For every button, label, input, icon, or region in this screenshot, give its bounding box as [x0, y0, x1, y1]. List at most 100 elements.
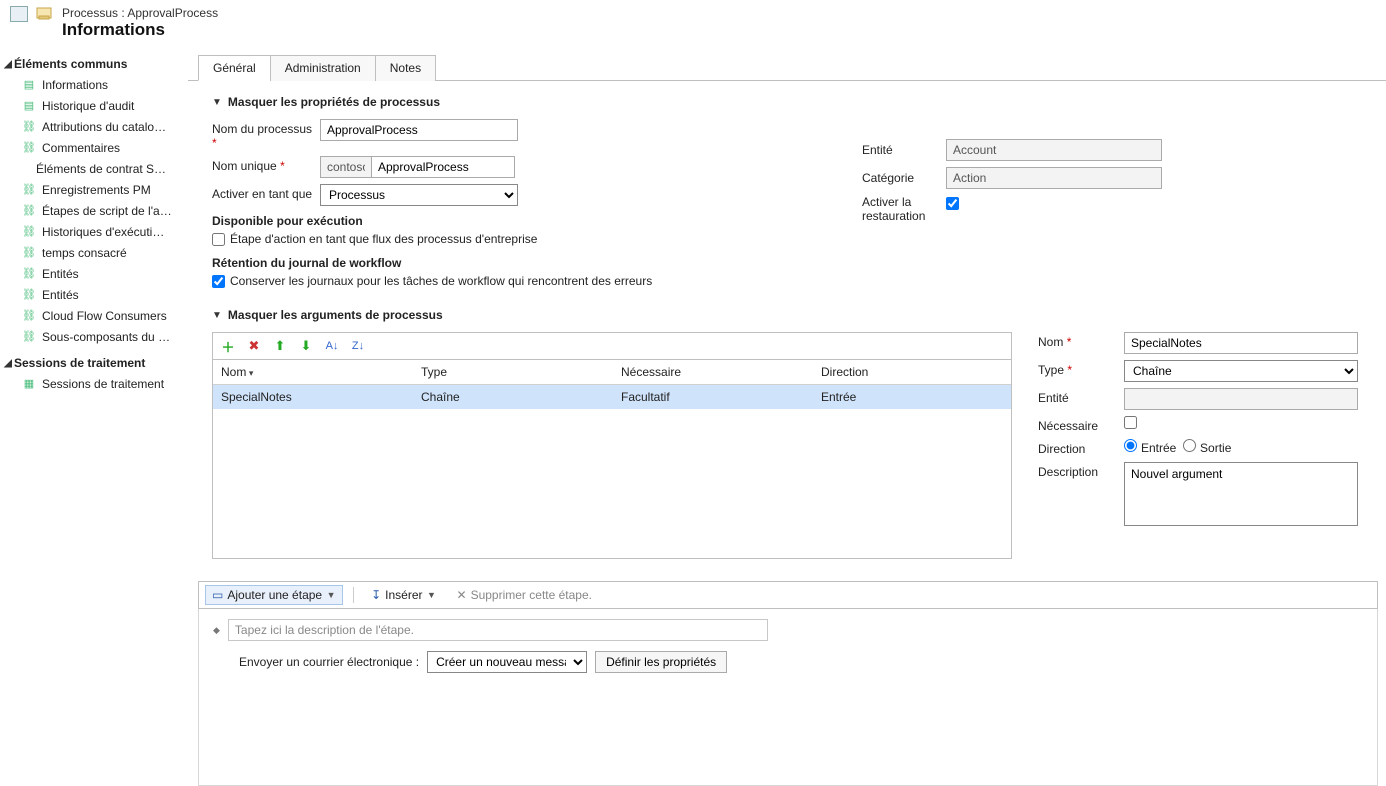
doc-icon: ⛓: [22, 225, 36, 239]
section-title: Masquer les propriétés de processus: [228, 95, 440, 109]
arg-required-checkbox[interactable]: [1124, 416, 1137, 429]
unique-prefix-input: [320, 156, 372, 178]
retention-checkbox[interactable]: [212, 275, 225, 288]
sidebar-item-sub[interactable]: ⛓Sous-composants du …: [0, 326, 188, 347]
doc-icon: ▤: [22, 78, 36, 92]
sidebar-item-label: Cloud Flow Consumers: [42, 309, 167, 323]
restore-checkbox[interactable]: [946, 197, 959, 210]
args-toolbar: ＋ ✖ ⬆ ⬇ A↓ Z↓: [212, 332, 1012, 359]
activate-as-select[interactable]: Processus: [320, 184, 518, 206]
insert-button[interactable]: ↧ Insérer▼: [364, 585, 443, 605]
entity-label: Entité: [862, 143, 946, 157]
sidebar-item-label: Étapes de script de l'a…: [42, 204, 172, 218]
cell-type: Chaîne: [413, 385, 613, 409]
col-direction[interactable]: Direction: [813, 360, 1011, 384]
col-required[interactable]: Nécessaire: [613, 360, 813, 384]
category-field: [946, 167, 1162, 189]
col-type[interactable]: Type: [413, 360, 613, 384]
arg-desc-label: Description: [1038, 462, 1124, 479]
step-description-input[interactable]: [228, 619, 768, 641]
sidebar-item-audit[interactable]: ▤ Historique d'audit: [0, 95, 188, 116]
grid-row[interactable]: SpecialNotes Chaîne Facultatif Entrée: [213, 385, 1011, 409]
move-down-icon[interactable]: ⬇: [297, 337, 315, 355]
delete-step-button[interactable]: ✕ Supprimer cette étape.: [450, 585, 599, 605]
arg-name-label: Nom *: [1038, 332, 1124, 349]
doc-icon: ⛓: [22, 141, 36, 155]
sort-asc-icon[interactable]: A↓: [323, 337, 341, 355]
available-exec-title: Disponible pour exécution: [212, 214, 832, 228]
activate-as-label: Activer en tant que: [212, 184, 320, 201]
page-title: Informations: [62, 20, 218, 40]
arg-desc-textarea[interactable]: [1124, 462, 1358, 526]
tab-administration[interactable]: Administration: [270, 55, 376, 81]
info-icon: [36, 6, 54, 22]
arg-direction-out[interactable]: Sortie: [1183, 439, 1231, 455]
add-step-button[interactable]: ▭ Ajouter une étape▼: [205, 585, 343, 605]
sidebar-item-sessions[interactable]: ▦Sessions de traitement: [0, 373, 188, 394]
argument-properties: Nom * Type * Chaîne Entité: [1038, 332, 1358, 559]
doc-icon: ▤: [22, 99, 36, 113]
doc-icon: ⛓: [22, 309, 36, 323]
arg-entity-input: [1124, 388, 1358, 410]
doc-icon: ⛓: [22, 330, 36, 344]
sidebar-item-contract[interactable]: Éléments de contrat S…: [0, 158, 188, 179]
delete-arg-icon[interactable]: ✖: [245, 337, 263, 355]
col-name[interactable]: Nom ▾: [213, 360, 413, 384]
page-header: Processus : ApprovalProcess Informations: [0, 0, 1386, 48]
sidebar-item-exec-history[interactable]: ⛓Historiques d'exécuti…: [0, 221, 188, 242]
restore-label: Activer larestauration: [862, 195, 946, 223]
section-title: Masquer les arguments de processus: [228, 308, 443, 322]
triangle-down-icon: ▼: [212, 310, 222, 321]
action-step-label: Étape d'action en tant que flux des proc…: [230, 232, 537, 246]
add-arg-icon[interactable]: ＋: [219, 337, 237, 355]
sidebar-item-label: Attributions du catalo…: [42, 120, 166, 134]
arg-type-label: Type *: [1038, 360, 1124, 377]
arg-direction-label: Direction: [1038, 439, 1124, 456]
sidebar-item-pm[interactable]: ⛓Enregistrements PM: [0, 179, 188, 200]
send-email-select[interactable]: Créer un nouveau message: [427, 651, 587, 673]
insert-icon: ↧: [371, 588, 381, 602]
sidebar-item-time-spent[interactable]: ⛓temps consacré: [0, 242, 188, 263]
arg-entity-label: Entité: [1038, 388, 1124, 405]
arg-type-select[interactable]: Chaîne: [1124, 360, 1358, 382]
define-properties-button[interactable]: Définir les propriétés: [595, 651, 727, 673]
sidebar-item-entities[interactable]: ⛓Entités: [0, 263, 188, 284]
cell-required: Facultatif: [613, 385, 813, 409]
sidebar-item-label: Enregistrements PM: [42, 183, 151, 197]
sidebar-section-sessions[interactable]: ◢ Sessions de traitement: [0, 353, 188, 373]
args-grid: Nom ▾ Type Nécessaire Direction SpecialN…: [212, 359, 1012, 559]
arg-name-input[interactable]: [1124, 332, 1358, 354]
sidebar-item-label: Entités: [42, 267, 79, 281]
cell-direction: Entrée: [813, 385, 1011, 409]
sidebar-item-script-steps[interactable]: ⛓Étapes de script de l'a…: [0, 200, 188, 221]
arg-direction-in[interactable]: Entrée: [1124, 439, 1176, 455]
tab-general[interactable]: Général: [198, 55, 271, 81]
tab-strip: Général Administration Notes: [188, 54, 1386, 81]
sort-desc-icon[interactable]: Z↓: [349, 337, 367, 355]
section-process-props[interactable]: ▼ Masquer les propriétés de processus: [212, 95, 1378, 109]
sidebar-item-entities2[interactable]: ⛓Entités: [0, 284, 188, 305]
process-name-label: Nom du processus*: [212, 119, 320, 150]
unique-name-input[interactable]: [371, 156, 515, 178]
step-designer: ◆ Envoyer un courrier électronique : Cré…: [198, 609, 1378, 786]
sidebar: ◢ Éléments communs ▤ Informations ▤ Histor…: [0, 48, 188, 786]
tab-notes[interactable]: Notes: [375, 55, 436, 81]
retention-label: Conserver les journaux pour les tâches d…: [230, 274, 652, 288]
entity-field: [946, 139, 1162, 161]
sidebar-item-comments[interactable]: ⛓Commentaires: [0, 137, 188, 158]
sidebar-item-label: Historique d'audit: [42, 99, 134, 113]
sidebar-item-label: Informations: [42, 78, 108, 92]
sidebar-section-common[interactable]: ◢ Éléments communs: [0, 54, 188, 74]
action-step-checkbox[interactable]: [212, 233, 225, 246]
sidebar-item-informations[interactable]: ▤ Informations: [0, 74, 188, 95]
sidebar-item-catalog[interactable]: ⛓Attributions du catalo…: [0, 116, 188, 137]
section-process-args[interactable]: ▼ Masquer les arguments de processus: [212, 308, 1378, 322]
sidebar-item-cloudflow[interactable]: ⛓ Cloud Flow Consumers: [0, 305, 188, 326]
process-icon: [10, 6, 28, 22]
move-up-icon[interactable]: ⬆: [271, 337, 289, 355]
sidebar-section-label: Éléments communs: [14, 57, 127, 71]
step-toolbar: ▭ Ajouter une étape▼ ↧ Insérer▼ ✕ Suppri…: [198, 581, 1378, 609]
doc-icon: ⛓: [22, 288, 36, 302]
process-name-input[interactable]: [320, 119, 518, 141]
sidebar-item-label: Éléments de contrat S…: [36, 162, 166, 176]
